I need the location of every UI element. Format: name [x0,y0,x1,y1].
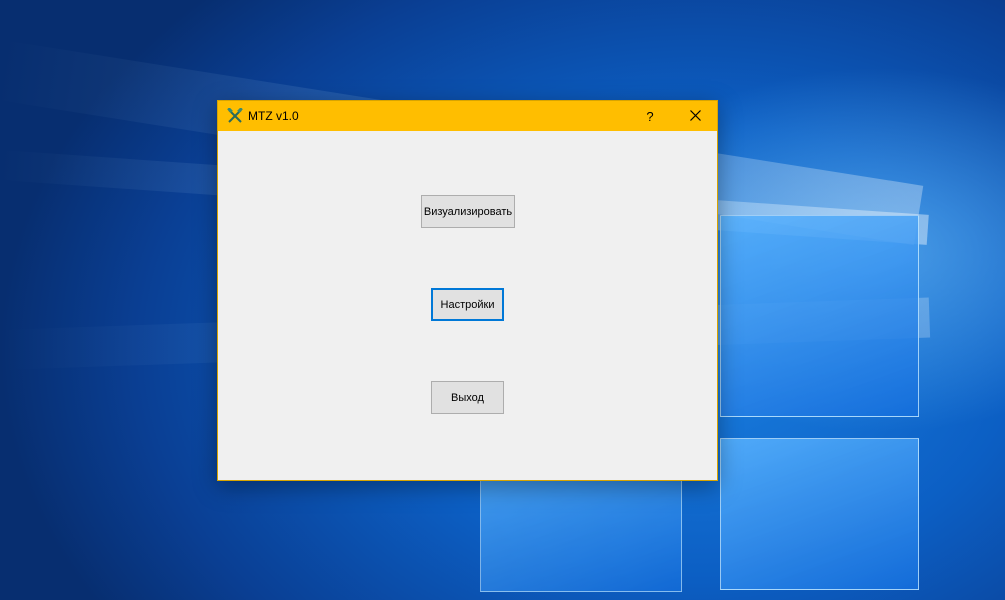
help-button[interactable]: ? [627,101,673,131]
settings-button[interactable]: Настройки [431,288,504,321]
app-window: MTZ v1.0 ? Визуализировать Настройки Вых… [217,100,718,481]
close-button[interactable] [672,101,718,131]
wallpaper-window-pane [480,480,682,592]
crossed-hammers-icon [227,107,243,124]
window-title: MTZ v1.0 [248,109,299,123]
visualize-button[interactable]: Визуализировать [421,195,515,228]
close-icon [689,109,701,124]
wallpaper-window-pane [720,215,919,417]
wallpaper-window-pane [720,438,919,590]
title-bar[interactable]: MTZ v1.0 ? [218,101,717,131]
exit-button[interactable]: Выход [431,381,504,414]
